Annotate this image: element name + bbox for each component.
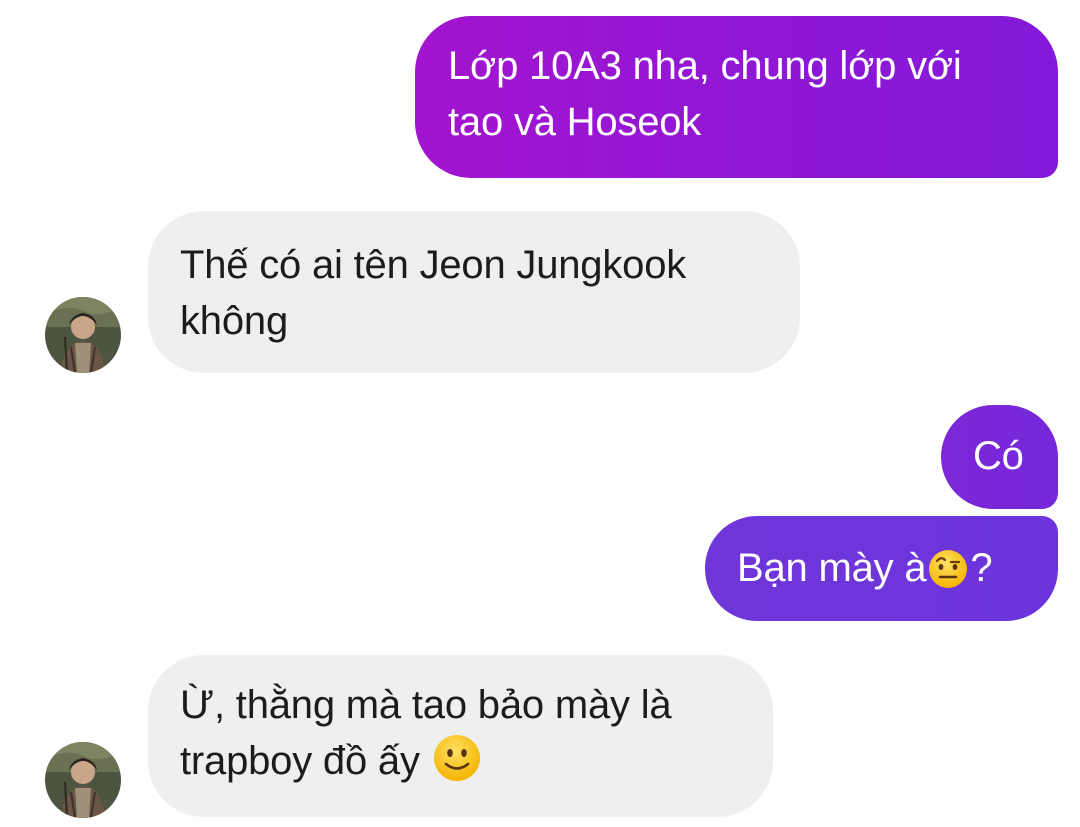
message-text-line: Lớp 10A3 nha, chung lớp với xyxy=(448,44,962,88)
contact-avatar-icon[interactable] xyxy=(45,297,121,373)
face-with-raised-eyebrow-icon xyxy=(928,548,968,604)
message-text-line: tao và Hoseok xyxy=(448,100,702,144)
message-text: Bạn mày à xyxy=(737,546,927,590)
avatar-photo-icon xyxy=(45,297,121,373)
message-bubble-incoming[interactable]: Thế có ai tên Jeon Jungkook không xyxy=(148,211,800,373)
avatar-photo-icon xyxy=(45,742,121,818)
message-text: ? xyxy=(970,546,993,590)
message-bubble-incoming[interactable]: Ừ, thằng mà tao bảo mày là trapboy đồ ấy xyxy=(148,655,773,817)
message-bubble-outgoing[interactable]: Bạn mày à ? xyxy=(705,516,1058,621)
message-text-line: trapboy đồ ấy xyxy=(180,733,743,797)
chat-thread: Lớp 10A3 nha, chung lớp với tao và Hoseo… xyxy=(0,0,1080,827)
message-text-line: Bạn mày à ? xyxy=(737,540,1058,604)
message-text: trapboy đồ ấy xyxy=(180,739,420,783)
message-bubble-outgoing[interactable]: Có xyxy=(941,405,1058,509)
message-text-line: không xyxy=(180,299,288,343)
slightly-smiling-face-icon xyxy=(433,734,481,797)
message-text-line: Thế có ai tên Jeon Jungkook xyxy=(180,243,687,287)
message-text: Có xyxy=(973,434,1024,478)
message-bubble-outgoing[interactable]: Lớp 10A3 nha, chung lớp với tao và Hoseo… xyxy=(415,16,1058,178)
message-text-line: Ừ, thằng mà tao bảo mày là xyxy=(180,683,672,727)
contact-avatar-icon[interactable] xyxy=(45,742,121,818)
